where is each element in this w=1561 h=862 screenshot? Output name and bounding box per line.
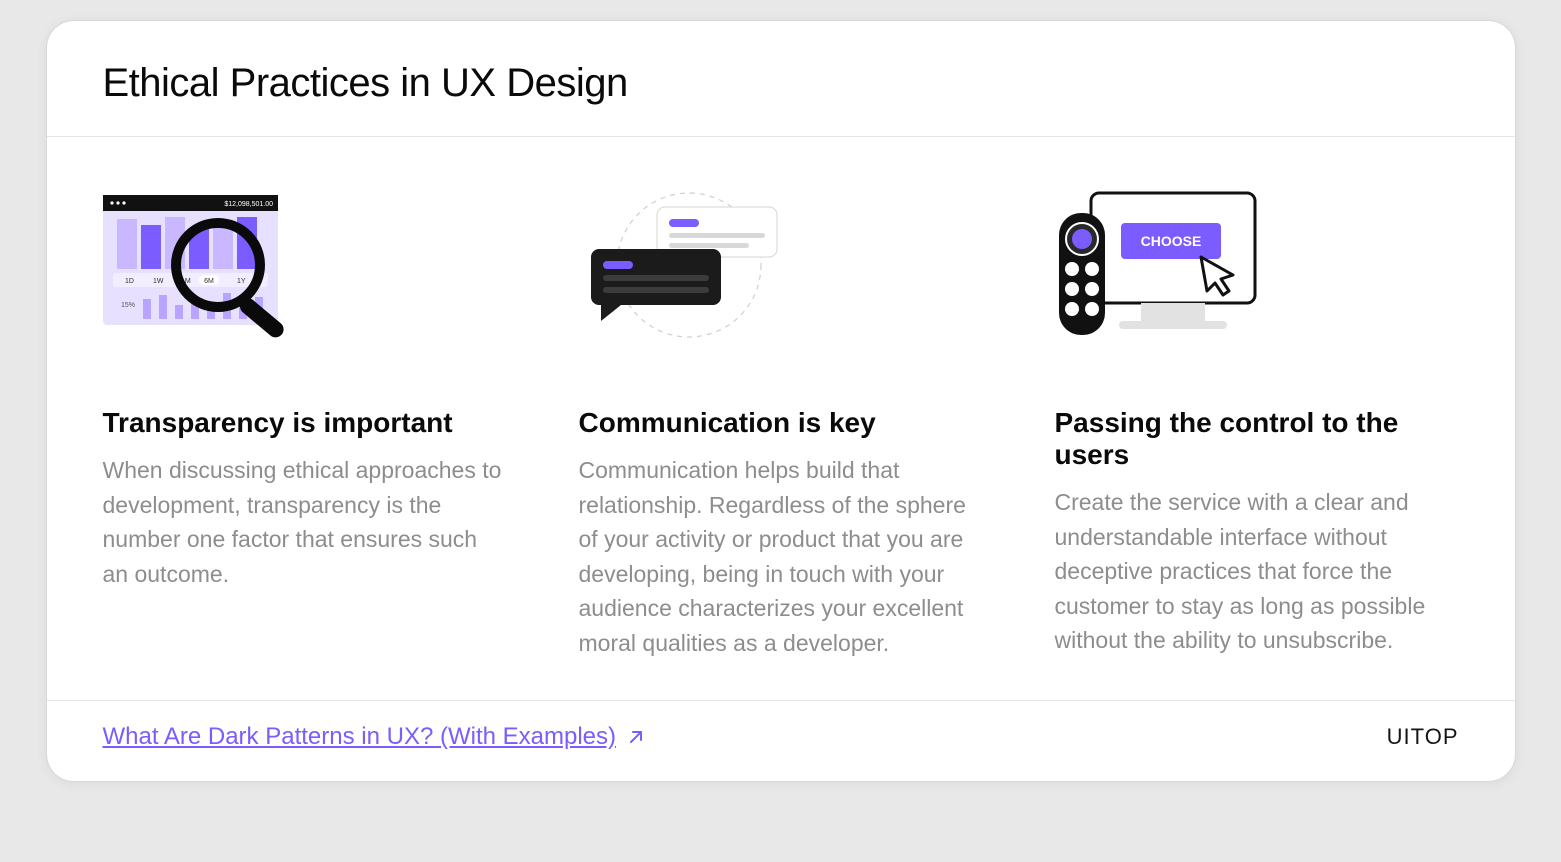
svg-text:15%: 15% <box>121 302 135 309</box>
svg-text:CHOOSE: CHOOSE <box>1140 233 1201 249</box>
chat-bubbles-icon <box>579 187 983 367</box>
column-heading: Transparency is important <box>103 407 507 439</box>
card-header: Ethical Practices in UX Design <box>47 21 1515 137</box>
column-heading: Communication is key <box>579 407 983 439</box>
magnifier-chart-icon: $12,098,501.00 1D 1W 1M 6M 1Y <box>103 187 507 367</box>
svg-text:1Y: 1Y <box>237 278 246 285</box>
card-body: $12,098,501.00 1D 1W 1M 6M 1Y <box>47 137 1515 700</box>
footer-link-text: What Are Dark Patterns in UX? (With Exam… <box>103 723 617 751</box>
remote-monitor-icon: CHOOSE <box>1055 187 1459 367</box>
external-link-icon <box>626 727 646 747</box>
info-card: Ethical Practices in UX Design $12,098,5… <box>46 20 1516 782</box>
card-footer: What Are Dark Patterns in UX? (With Exam… <box>47 700 1515 781</box>
column-text: Communication helps build that relations… <box>579 453 983 660</box>
card-title: Ethical Practices in UX Design <box>103 61 1459 106</box>
column-text: Create the service with a clear and unde… <box>1055 485 1459 658</box>
column-transparency: $12,098,501.00 1D 1W 1M 6M 1Y <box>103 187 507 660</box>
svg-text:6M: 6M <box>204 278 214 285</box>
footer-brand: UITOP <box>1387 724 1459 750</box>
column-communication: Communication is key Communication helps… <box>579 187 983 660</box>
column-heading: Passing the control to the users <box>1055 407 1459 471</box>
column-text: When discussing ethical approaches to de… <box>103 453 507 591</box>
dark-patterns-link[interactable]: What Are Dark Patterns in UX? (With Exam… <box>103 723 647 751</box>
svg-text:$12,098,501.00: $12,098,501.00 <box>224 201 273 208</box>
svg-text:1D: 1D <box>125 278 134 285</box>
svg-text:1W: 1W <box>153 278 164 285</box>
column-control: CHOOSE Passing the control to the users <box>1055 187 1459 660</box>
